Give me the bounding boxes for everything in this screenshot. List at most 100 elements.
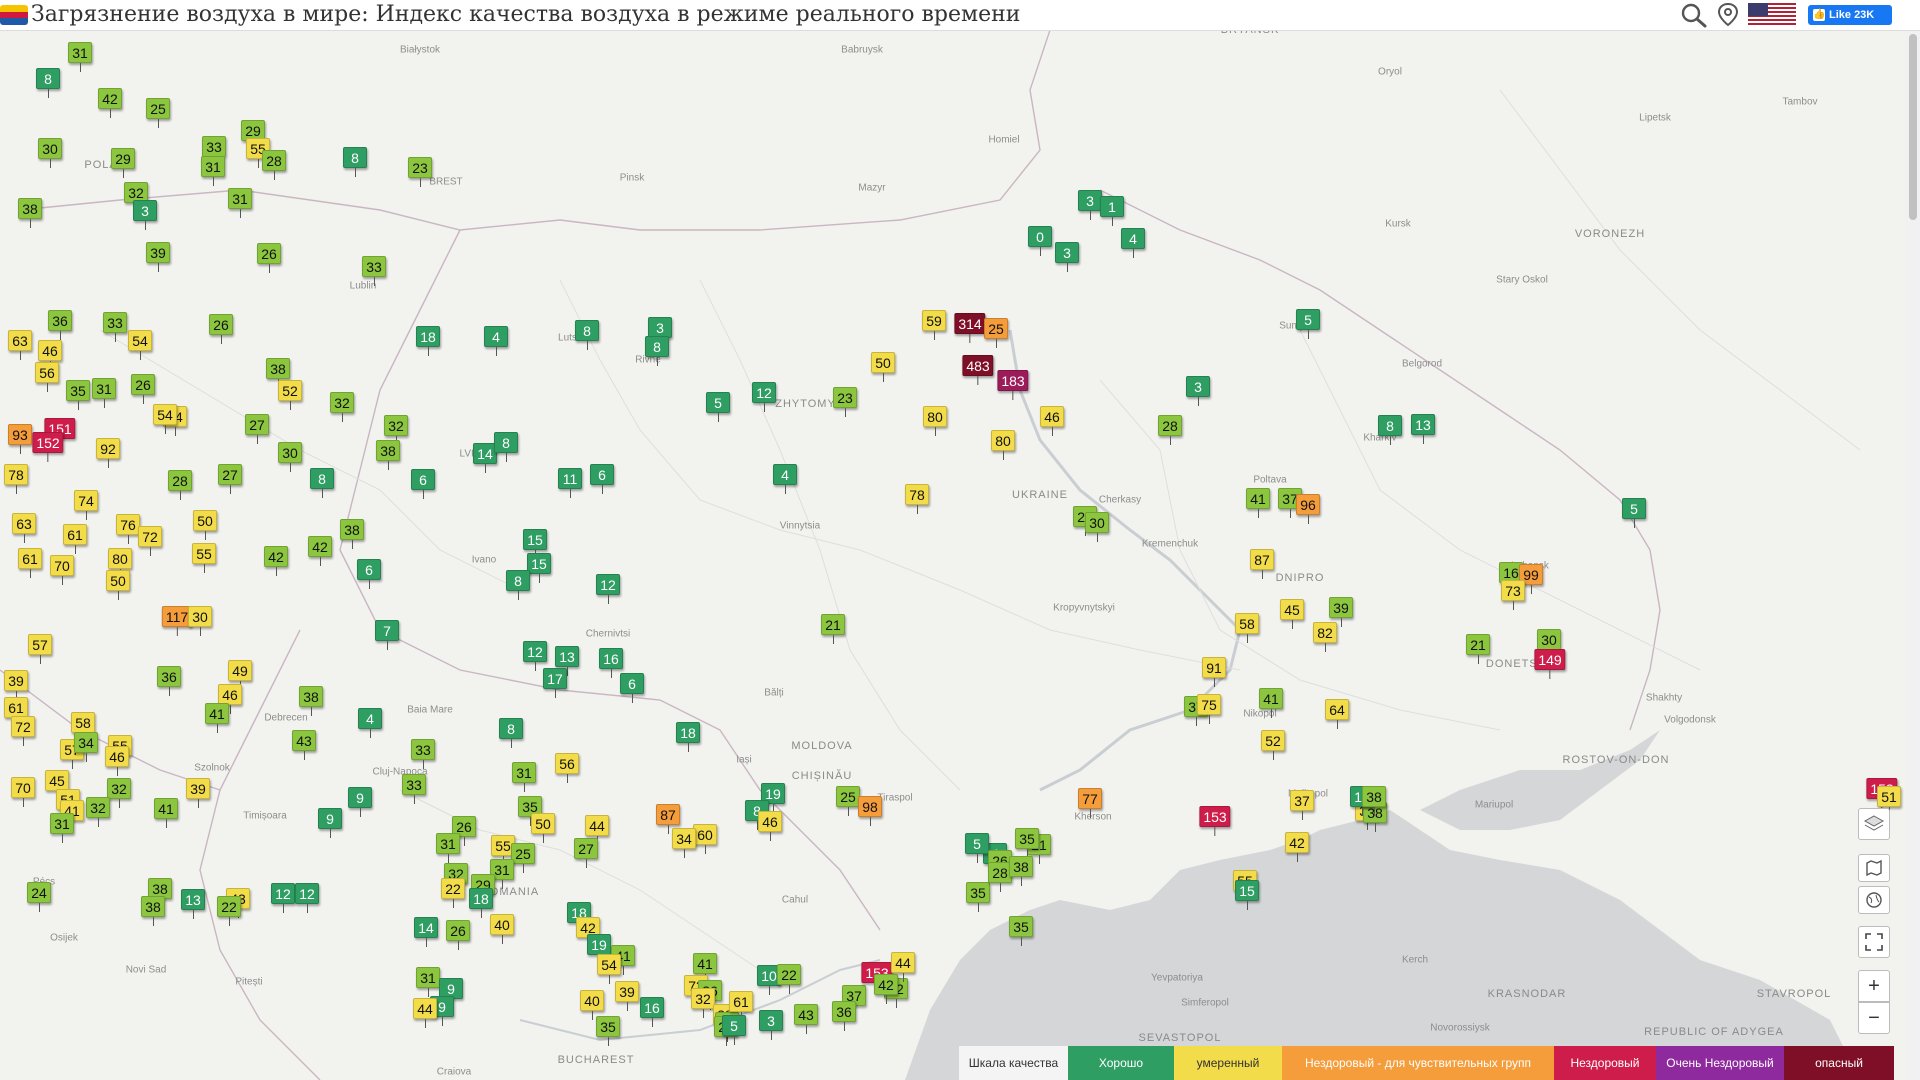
aqi-marker[interactable]: 12 [596, 574, 620, 604]
aqi-marker[interactable]: 57 [28, 634, 52, 664]
aqi-marker[interactable]: 28 [262, 150, 286, 180]
aqi-marker[interactable]: 33 [402, 774, 426, 804]
aqi-marker[interactable]: 42 [874, 974, 898, 1004]
aqi-marker[interactable]: 77 [1078, 788, 1102, 818]
aqi-marker[interactable]: 5 [965, 833, 989, 863]
aqi-marker[interactable]: 46 [105, 746, 129, 776]
aqi-marker[interactable]: 28 [168, 470, 192, 500]
aqi-marker[interactable]: 15 [1235, 880, 1259, 910]
aqi-marker[interactable]: 78 [905, 484, 929, 514]
aqi-marker[interactable]: 3 [1186, 376, 1210, 406]
globe-view-button[interactable] [1858, 886, 1890, 914]
aqi-marker[interactable]: 58 [1235, 613, 1259, 643]
aqi-marker[interactable]: 29 [111, 148, 135, 178]
aqi-marker[interactable]: 31 [68, 42, 92, 72]
aqi-marker[interactable]: 4 [358, 708, 382, 738]
aqi-marker[interactable]: 41 [1259, 688, 1283, 718]
zoom-out-button[interactable]: − [1858, 1002, 1890, 1034]
legend-hazardous[interactable]: опасный [1784, 1046, 1894, 1080]
aqi-marker[interactable]: 54 [597, 954, 621, 984]
aqi-marker[interactable]: 26 [446, 920, 470, 950]
aqi-marker[interactable]: 32 [107, 778, 131, 808]
aqi-marker[interactable]: 25 [836, 786, 860, 816]
aqi-marker[interactable]: 45 [1280, 599, 1304, 629]
aqi-marker[interactable]: 5 [1296, 309, 1320, 339]
layers-button[interactable] [1858, 808, 1890, 840]
aqi-marker[interactable]: 3 [133, 200, 157, 230]
aqi-marker[interactable]: 25 [511, 843, 535, 873]
aqi-marker[interactable]: 80 [923, 406, 947, 436]
aqi-marker[interactable]: 8 [310, 468, 334, 498]
legend-very-unhealthy[interactable]: Очень Нездоровый [1656, 1046, 1784, 1080]
aqi-marker[interactable]: 12 [752, 382, 776, 412]
aqi-marker[interactable]: 483 [962, 355, 994, 385]
aqi-marker[interactable]: 37 [1290, 790, 1314, 820]
aqi-marker[interactable]: 35 [1009, 916, 1033, 946]
aqi-marker[interactable]: 73 [1501, 580, 1525, 610]
aqi-marker[interactable]: 44 [413, 998, 437, 1028]
aqi-marker[interactable]: 13 [1411, 414, 1435, 444]
aqi-marker[interactable]: 30 [1085, 512, 1109, 542]
aqi-marker[interactable]: 42 [98, 88, 122, 118]
aqi-marker[interactable]: 50 [193, 510, 217, 540]
aqi-marker[interactable]: 35 [966, 882, 990, 912]
aqi-marker[interactable]: 56 [555, 753, 579, 783]
aqi-marker[interactable]: 93 [8, 424, 32, 454]
aqi-marker[interactable]: 8 [36, 68, 60, 98]
aqi-marker[interactable]: 11 [558, 468, 582, 498]
aqi-marker[interactable]: 54 [153, 404, 177, 434]
aqi-marker[interactable]: 8 [1378, 415, 1402, 445]
aqi-marker[interactable]: 4 [484, 326, 508, 356]
aqi-marker[interactable]: 41 [154, 798, 178, 828]
scrollbar-thumb[interactable] [1909, 34, 1917, 220]
aqi-marker[interactable]: 9 [318, 808, 342, 838]
aqi-marker[interactable]: 42 [1285, 832, 1309, 862]
aqi-marker[interactable]: 38 [141, 896, 165, 926]
aqi-marker[interactable]: 46 [758, 811, 782, 841]
aqi-marker[interactable]: 30 [38, 138, 62, 168]
aqi-marker[interactable]: 314 [954, 313, 986, 343]
aqi-marker[interactable]: 32 [691, 988, 715, 1018]
aqi-marker[interactable]: 80 [991, 430, 1015, 460]
aqi-marker[interactable]: 32 [86, 797, 110, 827]
aqi-marker[interactable]: 52 [278, 380, 302, 410]
aqi-marker[interactable]: 42 [264, 546, 288, 576]
aqi-marker[interactable]: 91 [1202, 657, 1226, 687]
aqi-marker[interactable]: 6 [620, 673, 644, 703]
aqi-marker[interactable]: 61 [63, 524, 87, 554]
aqi-marker[interactable]: 31 [201, 156, 225, 186]
aqi-marker[interactable]: 36 [832, 1001, 856, 1031]
aqi-marker[interactable]: 18 [676, 722, 700, 752]
aqi-marker[interactable]: 22 [777, 964, 801, 994]
aqi-marker[interactable]: 28 [1158, 415, 1182, 445]
legend-moderate[interactable]: умеренный [1174, 1046, 1282, 1080]
aqi-marker[interactable]: 39 [186, 778, 210, 808]
aqi-marker[interactable]: 0 [1028, 226, 1052, 256]
aqi-marker[interactable]: 152 [32, 432, 64, 462]
aqi-marker[interactable]: 15 [527, 553, 551, 583]
aqi-marker[interactable]: 82 [1313, 622, 1337, 652]
aqi-marker[interactable]: 33 [411, 739, 435, 769]
aqi-marker[interactable]: 63 [8, 330, 32, 360]
aqi-marker[interactable]: 31 [228, 188, 252, 218]
aqi-marker[interactable]: 34 [672, 828, 696, 858]
aqi-marker[interactable]: 153 [1199, 806, 1231, 836]
aqi-marker[interactable]: 40 [490, 914, 514, 944]
aqi-marker[interactable]: 55 [192, 543, 216, 573]
aqi-marker[interactable]: 149 [1534, 649, 1566, 679]
aqi-marker[interactable]: 5 [706, 392, 730, 422]
aqi-marker[interactable]: 8 [494, 432, 518, 462]
aqi-marker[interactable]: 96 [1296, 494, 1320, 524]
aqi-marker[interactable]: 41 [1246, 488, 1270, 518]
aqi-marker[interactable]: 7 [375, 620, 399, 650]
aqi-marker[interactable]: 21 [1466, 634, 1490, 664]
aqi-marker[interactable]: 31 [50, 813, 74, 843]
aqi-marker[interactable]: 43 [292, 730, 316, 760]
aqi-marker[interactable]: 3 [1055, 242, 1079, 272]
aqi-marker[interactable]: 38 [340, 519, 364, 549]
aqi-marker[interactable]: 25 [146, 98, 170, 128]
aqi-marker[interactable]: 13 [181, 889, 205, 919]
aqi-marker[interactable]: 31 [436, 833, 460, 863]
aqi-marker[interactable]: 38 [299, 686, 323, 716]
legend-unhealthy[interactable]: Нездоровый [1554, 1046, 1656, 1080]
